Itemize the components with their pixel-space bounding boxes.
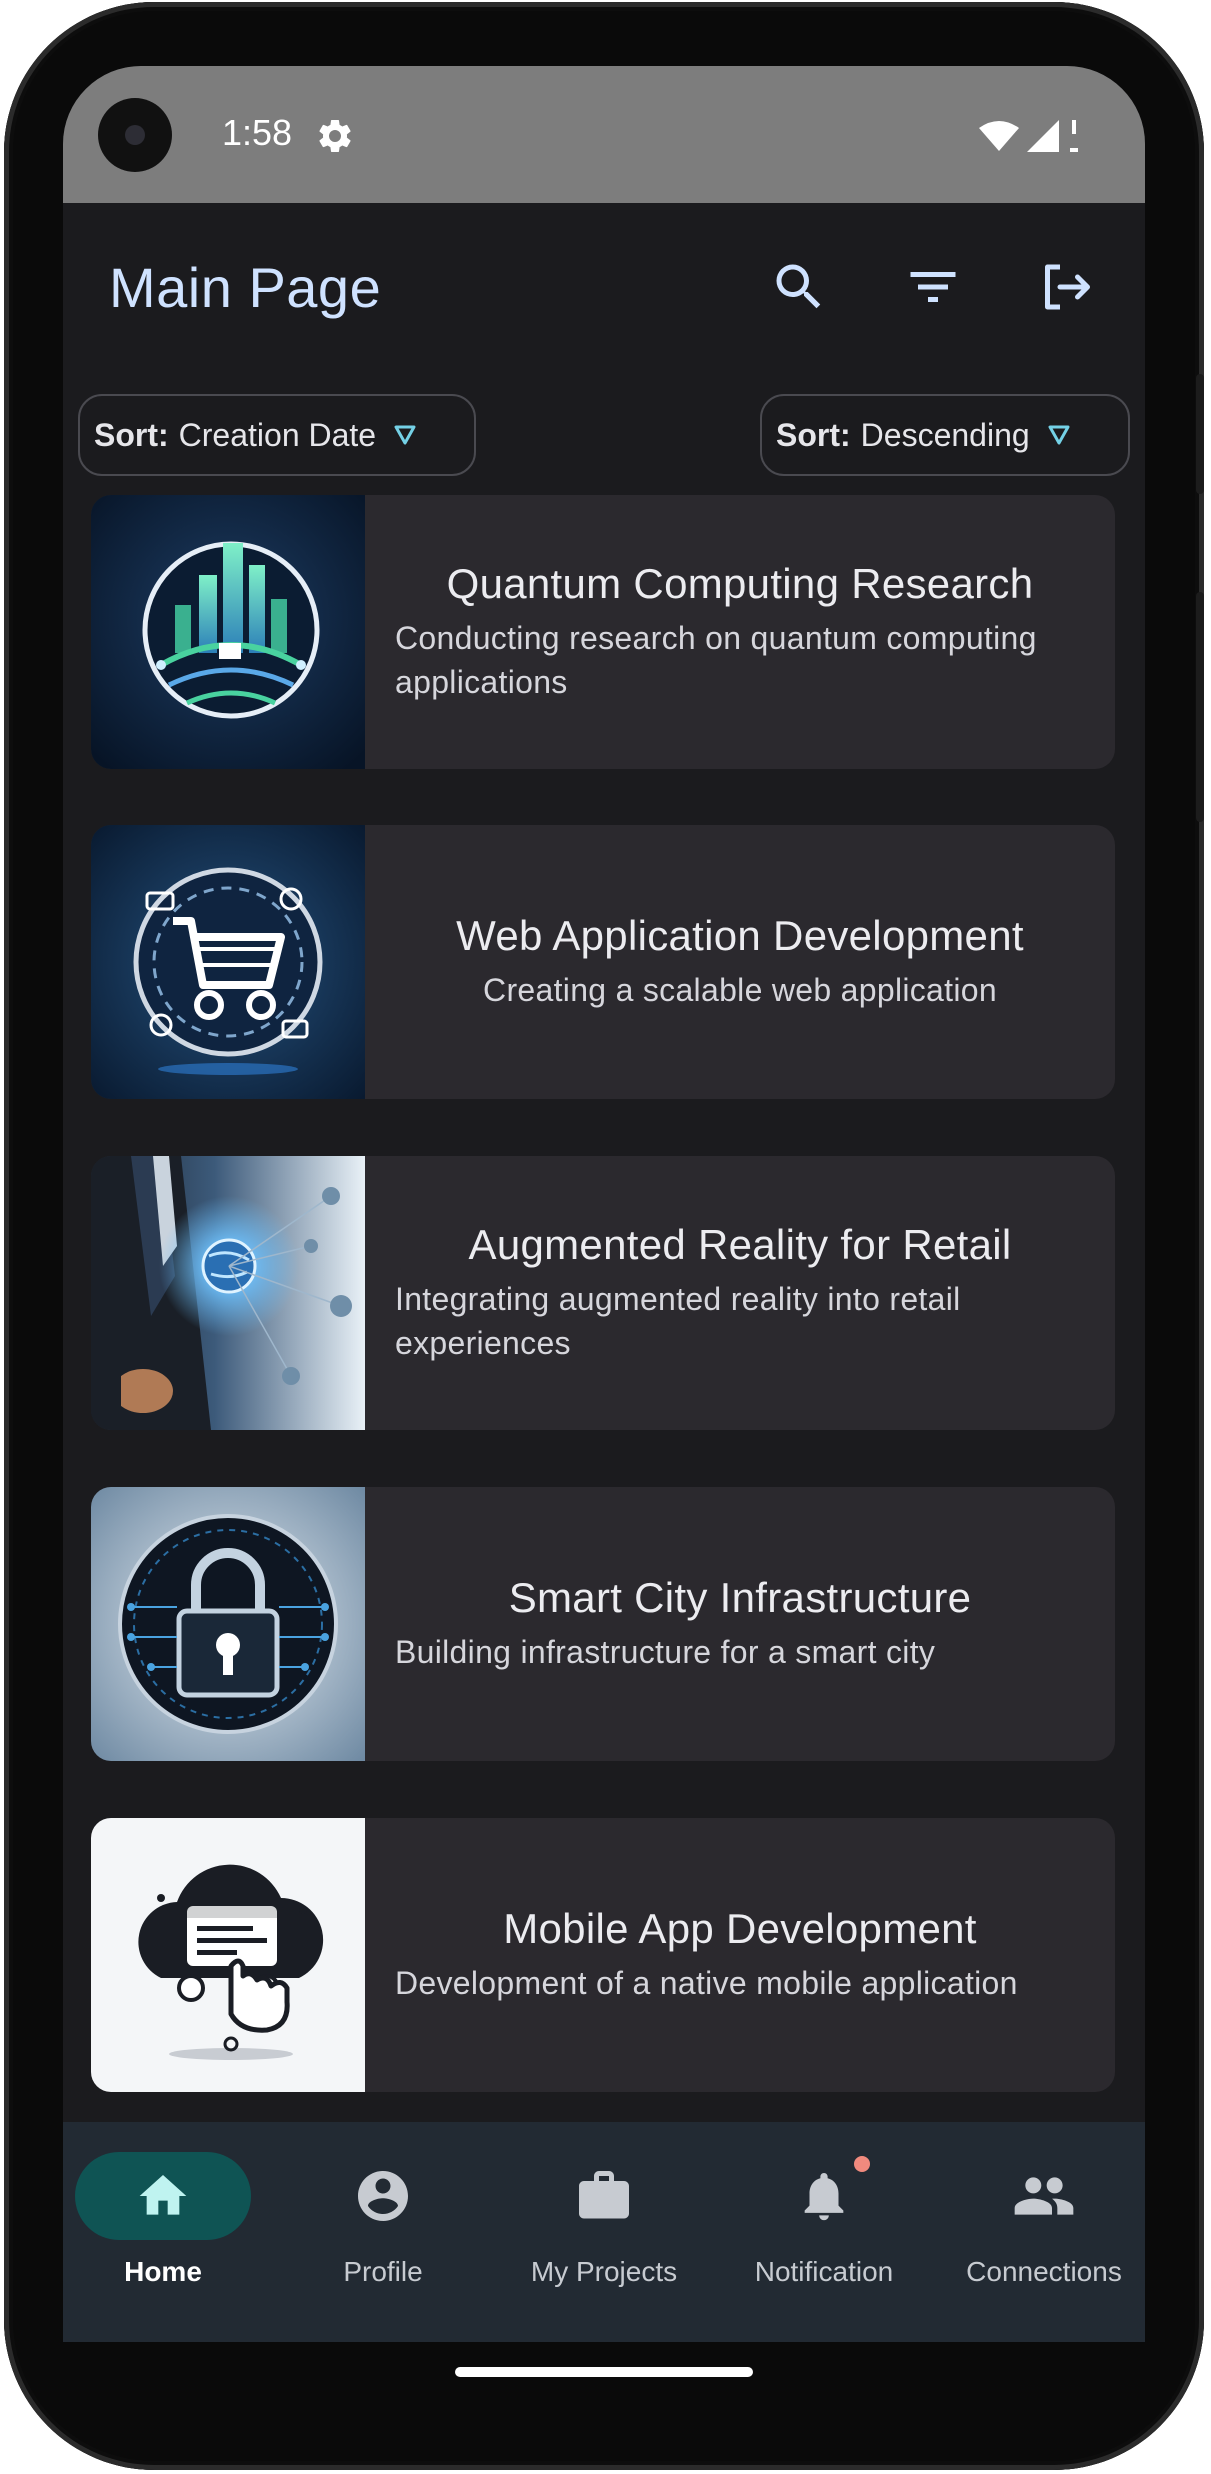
- project-description: Conducting research on quantum computing…: [395, 620, 1037, 700]
- logout-icon[interactable]: [1035, 257, 1095, 317]
- project-card-body: Quantum Computing Research Conducting re…: [365, 495, 1115, 769]
- project-description: Building infrastructure for a smart city: [395, 1634, 936, 1670]
- project-card-body: Smart City Infrastructure Building infra…: [365, 1487, 1115, 1761]
- project-thumbnail-padlock: [91, 1487, 365, 1761]
- sort-order-prefix: Sort:: [776, 416, 851, 453]
- project-title: Mobile App Development: [503, 1905, 977, 1952]
- briefcase-icon: [579, 2171, 629, 2219]
- sort-field-value: Creation Date: [178, 416, 377, 453]
- project-description: Integrating augmented reality into retai…: [395, 1281, 961, 1361]
- sort-order-value: Descending: [860, 416, 1030, 453]
- phone-frame: 1:58 Main Page Sort: Creation Date Sort:…: [4, 2, 1204, 2470]
- filter-icon[interactable]: [903, 257, 963, 317]
- app-bar: Main Page: [63, 203, 1145, 363]
- page-title: Main Page: [109, 256, 382, 319]
- status-bar: 1:58: [63, 66, 1145, 203]
- project-card[interactable]: Augmented Reality for Retail Integrating…: [91, 1156, 1115, 1430]
- front-camera: [98, 98, 172, 172]
- project-card-body: Mobile App Development Development of a …: [365, 1818, 1115, 2092]
- status-time: 1:58: [222, 112, 293, 153]
- project-card[interactable]: Web Application Development Creating a s…: [91, 825, 1115, 1099]
- nav-item-home[interactable]: Home: [63, 2152, 263, 2302]
- home-icon: [139, 2175, 187, 2215]
- status-icons: [979, 118, 1079, 154]
- volume-button: [1196, 592, 1204, 822]
- battery-icon: [1070, 120, 1078, 152]
- project-description: Development of a native mobile applicati…: [395, 1965, 1018, 2001]
- project-description: Creating a scalable web application: [483, 972, 997, 1008]
- nav-label: Notification: [754, 2256, 894, 2287]
- nav-label: Profile: [343, 2256, 423, 2287]
- people-icon: [1014, 2177, 1074, 2215]
- nav-item-connections[interactable]: Connections: [944, 2152, 1144, 2302]
- nav-item-my-projects[interactable]: My Projects: [504, 2152, 704, 2302]
- project-title: Web Application Development: [456, 912, 1024, 959]
- dropdown-triangle-icon: [394, 425, 416, 445]
- bottom-navigation: Home Profile My Projects Notification Co…: [63, 2122, 1145, 2342]
- nav-active-indicator: [75, 2152, 251, 2240]
- sort-field-prefix: Sort:: [94, 416, 169, 453]
- project-card[interactable]: Mobile App Development Development of a …: [91, 1818, 1115, 2092]
- settings-gear-icon: [319, 119, 351, 152]
- project-card-body: Augmented Reality for Retail Integrating…: [365, 1156, 1115, 1430]
- nav-label: Home: [124, 2256, 202, 2287]
- project-thumbnail-businessman-globe: [91, 1156, 365, 1430]
- search-icon[interactable]: [769, 257, 829, 317]
- project-thumbnail-shopping-cart: [91, 825, 365, 1099]
- nav-item-notification[interactable]: Notification: [724, 2152, 924, 2302]
- account-circle-icon: [358, 2171, 408, 2221]
- wifi-icon: [979, 121, 1019, 151]
- sort-order-dropdown[interactable]: Sort: Descending: [760, 394, 1130, 476]
- cellular-signal-icon: [1027, 120, 1059, 152]
- screen: 1:58 Main Page Sort: Creation Date Sort:…: [63, 66, 1145, 2342]
- power-button: [1196, 374, 1204, 494]
- project-title: Augmented Reality for Retail: [468, 1221, 1012, 1268]
- bell-icon: [804, 2173, 844, 2221]
- sort-field-dropdown[interactable]: Sort: Creation Date: [78, 394, 476, 476]
- project-card-body: Web Application Development Creating a s…: [365, 825, 1115, 1099]
- home-gesture-bar[interactable]: [455, 2367, 753, 2377]
- project-title: Smart City Infrastructure: [508, 1574, 972, 1621]
- nav-item-profile[interactable]: Profile: [283, 2152, 483, 2302]
- project-thumbnail-circuit-city: [91, 495, 365, 769]
- project-thumbnail-cloud-touch: [91, 1818, 365, 2092]
- project-card[interactable]: Smart City Infrastructure Building infra…: [91, 1487, 1115, 1761]
- nav-label: Connections: [966, 2256, 1122, 2287]
- notification-badge-dot: [854, 2156, 870, 2172]
- project-title: Quantum Computing Research: [446, 560, 1034, 607]
- project-card[interactable]: Quantum Computing Research Conducting re…: [91, 495, 1115, 769]
- dropdown-triangle-icon: [1048, 425, 1070, 445]
- nav-label: My Projects: [530, 2256, 678, 2287]
